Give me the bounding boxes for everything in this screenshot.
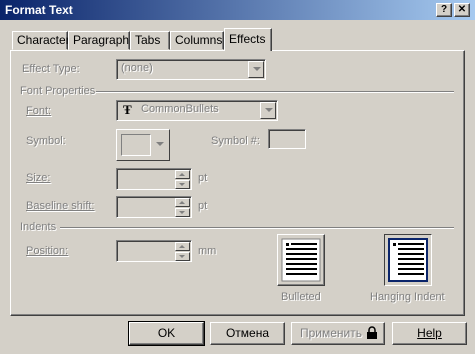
apply-label: Применить (300, 326, 363, 340)
position-spinner[interactable] (175, 242, 190, 261)
help-label: Help (417, 326, 442, 340)
window-title: Format Text (5, 3, 73, 17)
chevron-down-icon (156, 142, 164, 146)
chevron-down-icon[interactable] (260, 102, 276, 119)
effect-type-select[interactable]: (none) (116, 59, 266, 80)
size-spinner[interactable] (175, 170, 190, 189)
tab-effects[interactable]: Effects (224, 28, 272, 51)
symbol-picker[interactable] (116, 129, 170, 161)
lock-icon (367, 326, 377, 339)
symbol-label: Symbol: (26, 135, 66, 147)
font-properties-heading: Font Properties (20, 85, 96, 97)
position-unit: mm (198, 245, 217, 257)
cancel-button[interactable]: Отмена (210, 322, 285, 345)
effect-type-value: (none) (121, 62, 153, 74)
bulleted-list-icon (281, 238, 321, 282)
tab-paragraph[interactable]: Paragraph (68, 31, 130, 50)
position-label: Position: (26, 245, 69, 257)
font-value: CommonBullets (141, 103, 219, 115)
title-bar: Format Text ? ✕ (0, 0, 475, 20)
symbol-number-label: Symbol #: (211, 135, 260, 147)
size-label: Size: (26, 172, 51, 184)
format-text-dialog: Format Text ? ✕ Character Paragraph Tabs… (0, 0, 475, 354)
hanging-indent-icon (388, 238, 428, 282)
bulleted-style-button[interactable] (277, 234, 325, 286)
close-icon[interactable]: ✕ (454, 3, 470, 17)
baseline-shift-label: Baseline shift: (26, 200, 95, 212)
baseline-shift-spinner[interactable] (175, 198, 190, 217)
hanging-indent-style-button[interactable] (384, 234, 432, 286)
font-label: Font: (26, 105, 52, 117)
indents-divider (60, 227, 454, 229)
symbol-preview (121, 134, 151, 156)
size-unit: pt (198, 172, 208, 184)
help-icon[interactable]: ? (436, 3, 452, 17)
apply-button[interactable]: Применить (291, 322, 385, 345)
symbol-number-input[interactable] (268, 129, 306, 149)
bulleted-label: Bulleted (281, 291, 321, 303)
hanging-indent-label: Hanging Indent (370, 291, 445, 303)
baseline-shift-input[interactable] (116, 196, 192, 218)
tab-tabs[interactable]: Tabs (130, 31, 170, 50)
font-select[interactable]: Ŧ CommonBullets (116, 100, 278, 121)
ok-button[interactable]: OK (128, 321, 205, 346)
baseline-shift-unit: pt (198, 200, 208, 212)
size-input[interactable] (116, 168, 192, 190)
position-input[interactable] (116, 240, 192, 262)
tab-character[interactable]: Character (12, 31, 70, 50)
chevron-down-icon[interactable] (248, 61, 264, 78)
help-button[interactable]: Help (392, 322, 467, 345)
effect-type-label: Effect Type: (22, 63, 80, 75)
truetype-font-icon: Ŧ (123, 102, 132, 117)
indents-heading: Indents (20, 221, 57, 233)
tab-columns[interactable]: Columns (170, 31, 224, 50)
font-properties-divider (96, 91, 454, 93)
